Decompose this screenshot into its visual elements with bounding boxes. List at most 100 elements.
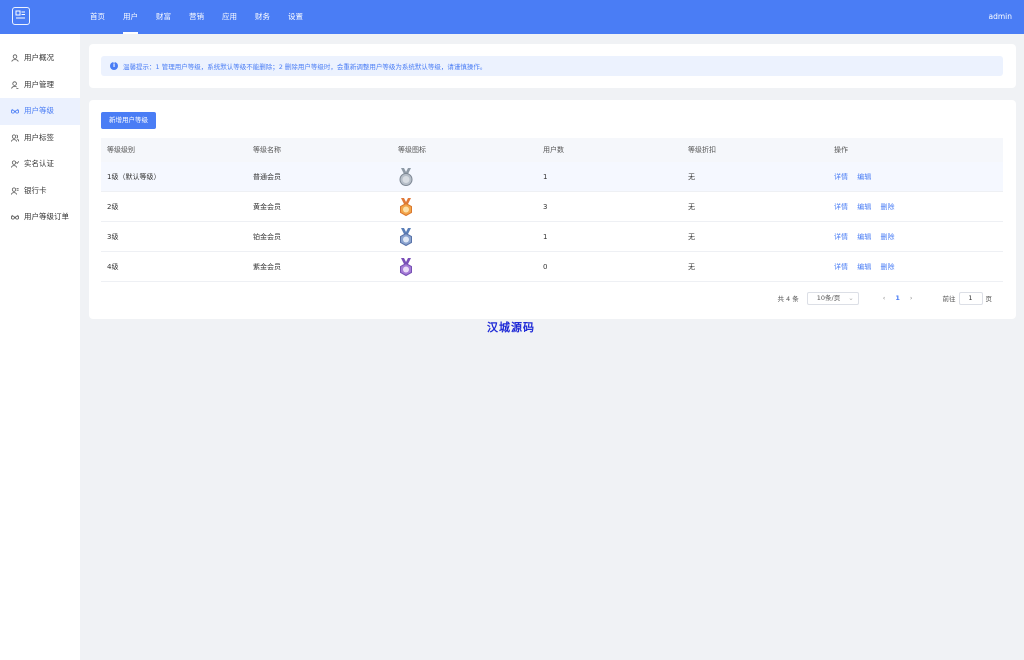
- gold-medal-icon: [400, 197, 412, 216]
- table-row: 3级 铂金会员 1 无 详情 编辑 删除: [101, 222, 1003, 252]
- column-header: 等级图标: [398, 146, 426, 154]
- verified-user-icon: [11, 160, 19, 168]
- actions-cell: 详情 编辑 删除: [828, 262, 1003, 272]
- discount-cell: 无: [688, 172, 695, 181]
- goto-page-input[interactable]: [958, 291, 983, 305]
- page-size-value: 10条/页: [816, 293, 841, 302]
- icon-cell: [392, 197, 537, 217]
- sidebar-item-levels[interactable]: 用户等级: [0, 98, 80, 125]
- actions-cell: 详情 编辑 删除: [828, 202, 1003, 212]
- top-nav: 首页 用户 财富 营销 应用 财务 设置: [81, 0, 312, 34]
- sidebar-item-tags[interactable]: 用户标签: [0, 125, 80, 152]
- sidebar-item-management[interactable]: 用户管理: [0, 72, 80, 99]
- nav-home[interactable]: 首页: [81, 0, 114, 34]
- table-row: 2级 黄金会员 3 无 详情 编辑 删除: [101, 192, 1003, 222]
- add-level-button[interactable]: 新增用户等级: [101, 112, 156, 129]
- icon-cell: [392, 227, 537, 247]
- purple-medal-icon: [400, 257, 412, 276]
- edit-link[interactable]: 编辑: [857, 233, 871, 241]
- nav-wealth[interactable]: 财富: [147, 0, 180, 34]
- silver-medal-icon: [399, 167, 413, 186]
- edit-link[interactable]: 编辑: [857, 173, 871, 181]
- sidebar-item-label: 银行卡: [24, 185, 47, 195]
- discount-cell: 无: [688, 232, 695, 241]
- column-header: 操作: [834, 146, 848, 154]
- tip-card: i 温馨提示：1 管理用户等级，系统默认等级不能删除；2 删除用户等级时，会重新…: [89, 44, 1016, 88]
- pagination: 共 4 条 10条/页 ⌄ ‹ 1 › 前往 页: [777, 291, 992, 305]
- nav-finance[interactable]: 财务: [246, 0, 279, 34]
- table-row: 1级（默认等级） 普通会员 1 无 详情 编辑: [101, 162, 1003, 192]
- nav-apps[interactable]: 应用: [213, 0, 246, 34]
- column-header: 等级折扣: [688, 146, 716, 154]
- name-cell: 普通会员: [253, 172, 281, 181]
- user-manage-icon: [11, 81, 19, 89]
- users-cell: 1: [543, 172, 548, 181]
- alert-text: 温馨提示：1 管理用户等级，系统默认等级不能删除；2 删除用户等级时，会重新调整…: [123, 63, 487, 71]
- info-icon: i: [110, 62, 118, 70]
- level-cell: 1级（默认等级）: [107, 172, 161, 181]
- delete-link[interactable]: 删除: [880, 263, 894, 271]
- nav-marketing[interactable]: 营销: [180, 0, 213, 34]
- table-row: 4级 紫金会员 0 无 详情 编辑 删除: [101, 252, 1003, 282]
- name-cell: 铂金会员: [253, 232, 281, 241]
- detail-link[interactable]: 详情: [834, 233, 848, 241]
- top-header: 首页 用户 财富 营销 应用 财务 设置 admin: [0, 0, 1024, 34]
- level-cell: 2级: [107, 202, 119, 211]
- glasses-icon: [11, 109, 19, 114]
- column-header: 等级级别: [107, 146, 135, 154]
- watermark: 汉城源码: [487, 321, 535, 334]
- detail-link[interactable]: 详情: [834, 173, 848, 181]
- icon-cell: [392, 257, 537, 277]
- user-menu[interactable]: admin: [989, 0, 1013, 34]
- chevron-down-icon: ⌄: [848, 293, 854, 302]
- detail-link[interactable]: 详情: [834, 203, 848, 211]
- next-page-button[interactable]: ›: [910, 294, 913, 302]
- glasses-icon: [11, 215, 19, 220]
- sidebar-item-label: 用户概况: [24, 53, 54, 62]
- logo-icon[interactable]: [12, 7, 30, 25]
- users-icon: [11, 134, 19, 142]
- detail-link[interactable]: 详情: [834, 263, 848, 271]
- delete-link[interactable]: 删除: [880, 233, 894, 241]
- sidebar-item-bank-card[interactable]: 银行卡: [0, 178, 80, 205]
- sidebar-item-verification[interactable]: 实名认证: [0, 151, 80, 178]
- table-header: 等级级别 等级名称 等级图标 用户数 等级折扣 操作: [101, 138, 1003, 162]
- sidebar-item-label: 实名认证: [24, 159, 54, 168]
- user-icon: [11, 54, 19, 63]
- delete-link[interactable]: 删除: [880, 203, 894, 211]
- user-card-icon: [11, 187, 19, 195]
- sidebar-item-label: 用户等级订单: [24, 212, 69, 221]
- prev-page-button[interactable]: ‹: [883, 294, 886, 302]
- actions-cell: 详情 编辑: [828, 172, 1003, 182]
- platinum-medal-icon: [400, 227, 412, 246]
- sidebar-item-overview[interactable]: 用户概况: [0, 45, 80, 72]
- sidebar-item-label: 用户管理: [24, 79, 54, 89]
- sidebar: 用户概况 用户管理 用户等级 用户标签 实名认证 银行卡 用户等级订单: [0, 34, 80, 660]
- page-size-select[interactable]: 10条/页 ⌄: [806, 291, 859, 305]
- page-1-button[interactable]: 1: [895, 294, 900, 302]
- level-cell: 4级: [107, 262, 119, 271]
- discount-cell: 无: [688, 202, 695, 211]
- users-cell: 1: [543, 232, 548, 241]
- level-cell: 3级: [107, 232, 119, 241]
- edit-link[interactable]: 编辑: [857, 203, 871, 211]
- users-cell: 3: [543, 202, 548, 211]
- users-cell: 0: [543, 262, 548, 271]
- nav-settings[interactable]: 设置: [279, 0, 312, 34]
- discount-cell: 无: [688, 262, 695, 271]
- sidebar-item-level-orders[interactable]: 用户等级订单: [0, 204, 80, 231]
- page-suffix: 页: [985, 295, 993, 303]
- sidebar-item-label: 用户标签: [24, 132, 54, 142]
- icon-cell: [392, 167, 537, 187]
- nav-user[interactable]: 用户: [114, 0, 147, 34]
- actions-cell: 详情 编辑 删除: [828, 232, 1003, 242]
- total-count: 共 4 条: [777, 295, 799, 303]
- edit-link[interactable]: 编辑: [857, 263, 871, 271]
- column-header: 等级名称: [253, 146, 281, 154]
- column-header: 用户数: [543, 146, 564, 154]
- info-alert: i 温馨提示：1 管理用户等级，系统默认等级不能删除；2 删除用户等级时，会重新…: [101, 56, 1003, 76]
- level-table-card: 新增用户等级 等级级别 等级名称 等级图标 用户数 等级折扣 操作 1级（默认等…: [89, 100, 1016, 319]
- name-cell: 黄金会员: [253, 202, 281, 211]
- sidebar-item-label: 用户等级: [24, 106, 54, 115]
- level-table: 等级级别 等级名称 等级图标 用户数 等级折扣 操作 1级（默认等级） 普通会员…: [101, 138, 1003, 282]
